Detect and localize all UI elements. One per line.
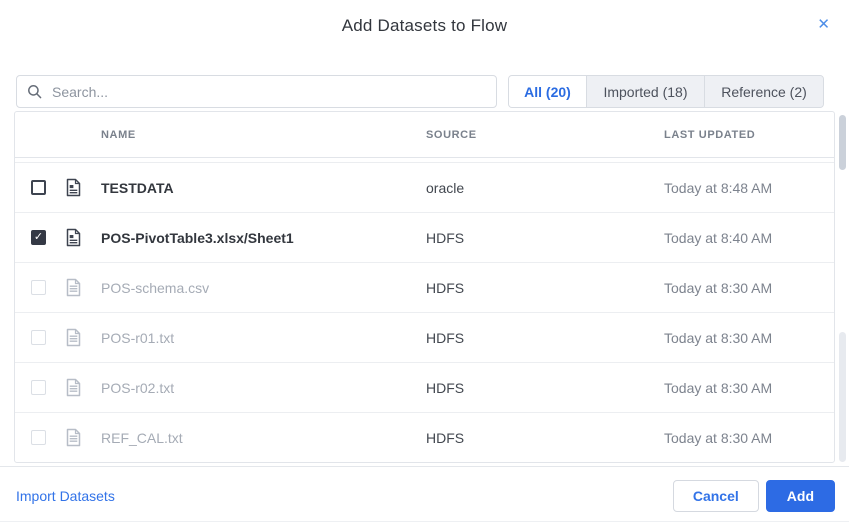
row-checkbox[interactable]: ✓ [31, 380, 46, 395]
file-icon [64, 378, 101, 397]
filter-tabs: All (20) Imported (18) Reference (2) [508, 75, 824, 108]
column-header-source: SOURCE [426, 128, 477, 141]
table-row[interactable]: ✓ REF_CAL.txt HDFS Today at 8:30 AM [15, 413, 834, 462]
scrollbar-thumb[interactable] [839, 115, 846, 170]
dataset-name: POS-PivotTable3.xlsx/Sheet1 [101, 229, 294, 246]
dataset-last-updated: Today at 8:30 AM [664, 279, 773, 296]
checkmark-icon: ✓ [33, 231, 44, 243]
page-title: Add Datasets to Flow [341, 16, 508, 35]
row-checkbox[interactable]: ✓ [31, 430, 46, 445]
search-icon [27, 84, 42, 99]
file-icon [64, 428, 101, 447]
column-header-last-updated: LAST UPDATED [664, 128, 756, 141]
dataset-source: HDFS [426, 279, 465, 296]
file-icon [64, 278, 101, 297]
table-row[interactable]: ✓ POS-r01.txt HDFS Today at 8:30 AM [15, 313, 834, 363]
file-icon [64, 228, 101, 247]
row-checkbox[interactable]: ✓ [31, 180, 46, 195]
tab-reference[interactable]: Reference (2) [704, 76, 823, 107]
dataset-last-updated: Today at 8:40 AM [664, 229, 773, 246]
dataset-last-updated: Today at 8:30 AM [664, 429, 773, 446]
row-checkbox[interactable]: ✓ [31, 280, 46, 295]
search-input[interactable] [50, 82, 486, 101]
import-datasets-link[interactable]: Import Datasets [16, 488, 115, 504]
table-row[interactable]: ✓ POS-r02.txt HDFS Today at 8:30 AM [15, 363, 834, 413]
close-icon[interactable]: ✕ [817, 17, 830, 32]
scrollbar-track [839, 332, 846, 462]
dataset-source: oracle [426, 179, 465, 196]
tab-imported[interactable]: Imported (18) [586, 76, 704, 107]
dataset-name: REF_CAL.txt [101, 429, 183, 446]
dataset-source: HDFS [426, 229, 465, 246]
dataset-last-updated: Today at 8:48 AM [664, 179, 773, 196]
dataset-last-updated: Today at 8:30 AM [664, 329, 773, 346]
dataset-name: POS-schema.csv [101, 279, 210, 296]
dataset-source: HDFS [426, 379, 465, 396]
cancel-button[interactable]: Cancel [672, 480, 759, 512]
datasets-table: NAME SOURCE LAST UPDATED ✓ TESTDATA orac… [14, 111, 835, 463]
column-header-name: NAME [101, 128, 136, 141]
dataset-last-updated: Today at 8:30 AM [664, 379, 773, 396]
dataset-name: POS-r01.txt [101, 329, 175, 346]
dataset-source: HDFS [426, 329, 465, 346]
dataset-source: HDFS [426, 429, 465, 446]
search-box[interactable] [16, 75, 497, 108]
dataset-name: TESTDATA [101, 179, 174, 196]
file-icon [64, 178, 101, 197]
table-header: NAME SOURCE LAST UPDATED [15, 112, 834, 158]
add-datasets-modal: Add Datasets to Flow ✕ All (20) Imported… [0, 0, 849, 527]
table-row[interactable]: ✓ POS-PivotTable3.xlsx/Sheet1 HDFS Today… [15, 213, 834, 263]
dataset-name: POS-r02.txt [101, 379, 175, 396]
file-icon [64, 328, 101, 347]
table-row[interactable]: ✓ TESTDATA oracle Today at 8:48 AM [15, 163, 834, 213]
table-row[interactable]: ✓ POS-schema.csv HDFS Today at 8:30 AM [15, 263, 834, 313]
row-checkbox[interactable]: ✓ [31, 230, 46, 245]
tab-all[interactable]: All (20) [509, 76, 586, 107]
modal-bottom-edge [0, 521, 849, 522]
modal-footer: Import Datasets Cancel Add [0, 466, 849, 527]
add-button[interactable]: Add [765, 480, 835, 512]
row-checkbox[interactable]: ✓ [31, 330, 46, 345]
